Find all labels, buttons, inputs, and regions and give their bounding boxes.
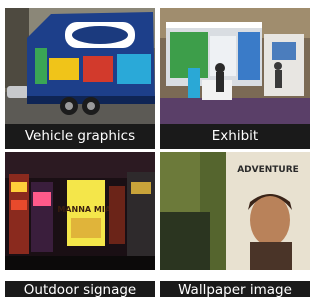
tile-caption: Exhibit bbox=[160, 124, 310, 149]
tile-caption: Outdoor signage bbox=[5, 281, 155, 297]
tile-outdoor-signage[interactable]: MANNA MIA! Outdoor signage bbox=[5, 152, 155, 297]
tile-wallpaper-image[interactable]: ADVENTURE Wallpaper image bbox=[160, 152, 310, 297]
vehicle-graphics-image bbox=[5, 8, 155, 124]
tile-vehicle-graphics[interactable]: Vehicle graphics bbox=[5, 8, 155, 149]
tile-caption: Vehicle graphics bbox=[5, 124, 155, 149]
wallpaper-image-image: ADVENTURE bbox=[160, 152, 310, 270]
tile-exhibit[interactable]: Exhibit bbox=[160, 8, 310, 149]
outdoor-signage-image: MANNA MIA! bbox=[5, 152, 155, 270]
exhibit-image bbox=[160, 8, 310, 124]
tile-caption: Wallpaper image bbox=[160, 281, 310, 297]
poster-text: MANNA MIA! bbox=[57, 205, 114, 214]
wallpaper-poster-text: ADVENTURE bbox=[237, 165, 299, 175]
